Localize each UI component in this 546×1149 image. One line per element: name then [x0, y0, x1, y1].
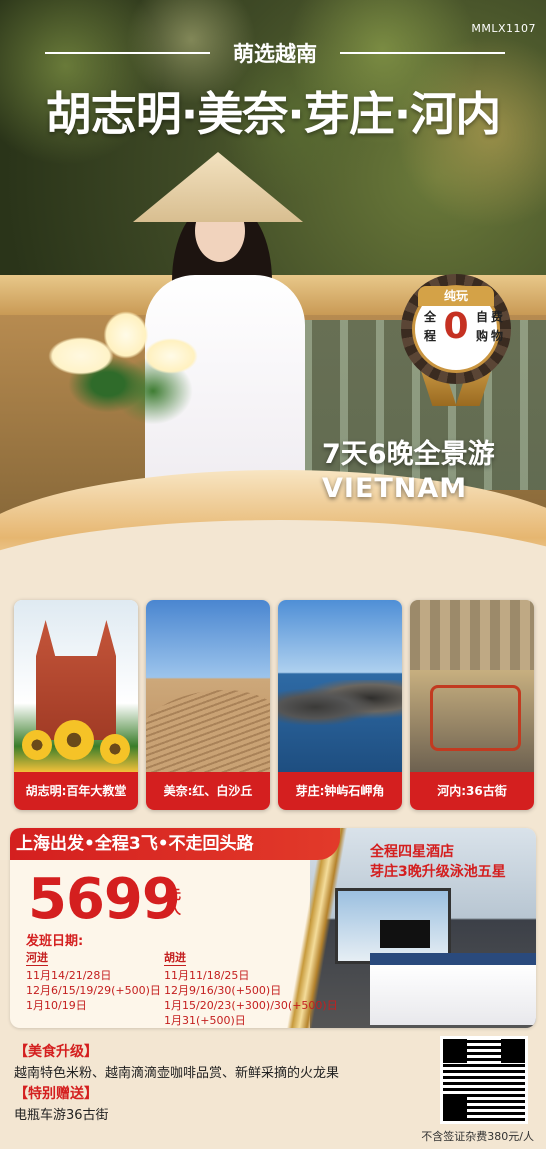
divider-left — [45, 52, 210, 54]
card-caption: 胡志明:百年大教堂 — [14, 772, 138, 810]
qr-code-icon — [443, 1039, 525, 1121]
date-row: 1月31(+500)日 — [164, 1014, 246, 1027]
cyclo-shape — [430, 685, 521, 751]
date-row: 12月9/16/30(+500)日 — [164, 984, 282, 997]
dune-shape — [146, 690, 270, 780]
hotel-tv — [380, 920, 430, 948]
gift-heading: 【特别赠送】 — [14, 1086, 98, 1102]
hotel-bed — [370, 953, 536, 1025]
date-row: 12月6/15/19/29(+500)日 — [26, 984, 161, 997]
badge-top-label: 纯玩 — [418, 286, 494, 306]
card-caption: 美奈:红、白沙丘 — [146, 772, 270, 810]
dates-tag: 河进 — [26, 951, 48, 966]
food-text: 越南特色米粉、越南滴滴壶咖啡品赏、新鲜采摘的火龙果 — [14, 1066, 340, 1081]
trip-promo: 7天6晚全景游 VIETNAM — [322, 432, 495, 504]
badge-right-text-2: 费 物 — [489, 308, 505, 346]
rocks-shape — [278, 680, 402, 725]
sunflower — [54, 720, 94, 760]
destination-cards: 胡志明:百年大教堂 美奈:红、白沙丘 芽庄:钟屿石岬角 河内:36古街 — [14, 600, 536, 810]
price-unit-person: 人 — [168, 903, 182, 918]
card-mui-ne[interactable]: 美奈:红、白沙丘 — [146, 600, 270, 810]
price-unit-currency: 元 — [168, 888, 182, 903]
extras-section: 【美食升级】 越南特色米粉、越南滴滴壶咖啡品赏、新鲜采摘的火龙果 【特别赠送】 … — [14, 1042, 434, 1126]
gift-text: 电瓶车游36古街 — [14, 1108, 109, 1123]
price-value: 5699 — [28, 867, 181, 932]
card-caption: 芽庄:钟屿石岬角 — [278, 772, 402, 810]
product-code: MMLX1107 — [471, 22, 536, 35]
badge-zero: 0 — [443, 306, 469, 347]
trip-duration: 7天6晚全景游 — [322, 439, 495, 470]
badge-char: 全 — [423, 310, 436, 324]
badge-char: 费 — [490, 310, 503, 324]
badge-char: 购 — [475, 329, 488, 343]
dates-hcmc-in: 胡进 11月11/18/25日 12月9/16/30(+500)日 1月15/2… — [164, 950, 338, 1028]
divider-right — [340, 52, 505, 54]
hotel-line-1: 全程四星酒店 — [370, 844, 454, 860]
old-quarter-photo — [410, 600, 534, 772]
date-row: 1月10/19日 — [26, 999, 87, 1012]
lily-bouquet — [45, 300, 225, 440]
dates-hanoi-in: 河进 11月14/21/28日 12月6/15/19/29(+500)日 1月1… — [26, 950, 161, 1013]
subtitle-row: 萌选越南 — [0, 38, 546, 68]
route-bar: 上海出发•全程3飞•不走回头路 — [10, 828, 340, 860]
badge-char: 程 — [423, 329, 436, 343]
qr-code[interactable] — [440, 1036, 528, 1124]
departure-dates-heading: 发班日期: — [26, 934, 84, 949]
sunflower — [22, 730, 52, 760]
pricing-panel: 全程四星酒店 芽庄3晚升级泳池五星 上海出发•全程3飞•不走回头路 5699 元… — [10, 828, 536, 1028]
date-row: 1月15/20/23(+300)/30(+500)日 — [164, 999, 338, 1012]
hotel-line-2: 芽庄3晚升级泳池五星 — [370, 864, 506, 880]
page-title: 胡志明·美奈·芽庄·河内 — [45, 87, 501, 141]
date-row: 11月14/21/28日 — [26, 969, 112, 982]
badge-left-text: 全 程 — [422, 308, 438, 346]
subtitle: 萌选越南 — [233, 42, 317, 66]
badge-right-text-1: 自 购 — [474, 308, 490, 346]
buildings-shape — [410, 600, 534, 670]
badge-char: 物 — [490, 329, 503, 343]
sand-dune-photo — [146, 600, 270, 780]
card-caption: 河内:36古街 — [410, 772, 534, 810]
food-heading: 【美食升级】 — [14, 1044, 98, 1060]
hotel-info: 全程四星酒店 芽庄3晚升级泳池五星 — [370, 842, 506, 882]
no-shopping-badge: 纯玩 全 程 0 自 购 费 物 — [396, 272, 516, 410]
card-nha-trang[interactable]: 芽庄:钟屿石岬角 — [278, 600, 402, 810]
dates-tag: 胡进 — [164, 951, 186, 966]
cathedral-photo — [14, 600, 138, 772]
card-ho-chi-minh[interactable]: 胡志明:百年大教堂 — [14, 600, 138, 810]
trip-country: VIETNAM — [322, 473, 468, 504]
visa-fee-note: 不含签证杂费380元/人 — [421, 1130, 534, 1143]
card-hanoi[interactable]: 河内:36古街 — [410, 600, 534, 810]
price-unit: 元 人 — [168, 888, 181, 918]
sunflower — [100, 734, 130, 764]
date-row: 11月11/18/25日 — [164, 969, 250, 982]
badge-char: 自 — [475, 310, 488, 324]
rocky-coast-photo — [278, 600, 402, 772]
